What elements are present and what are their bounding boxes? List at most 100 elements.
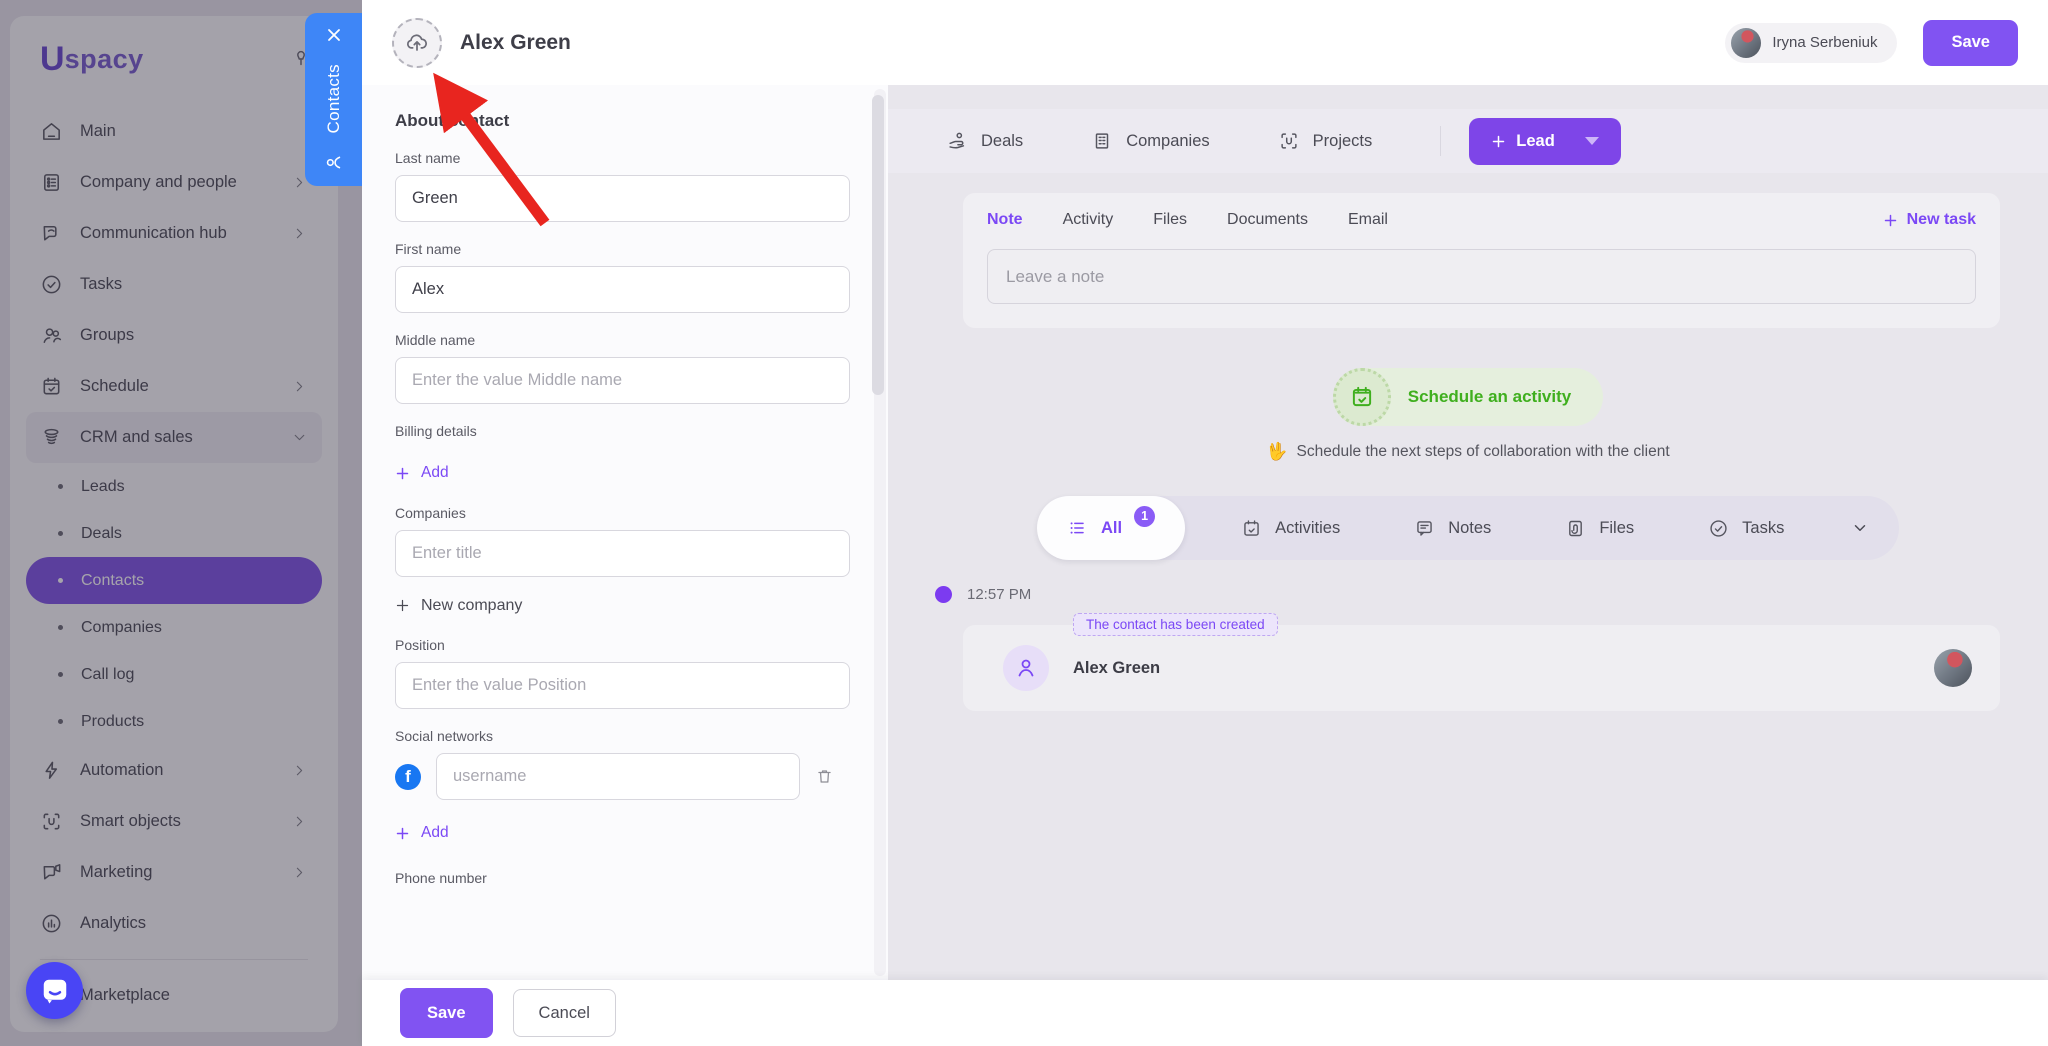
contact-name: Alex Green xyxy=(1073,659,1160,678)
count-badge: 1 xyxy=(1134,506,1155,527)
new-company-button[interactable]: New company xyxy=(395,597,522,615)
tab-label: Companies xyxy=(1126,132,1209,151)
avatar-upload-button[interactable] xyxy=(392,18,442,68)
section-heading: About contact xyxy=(395,111,852,131)
chevron-down-icon[interactable] xyxy=(1851,519,1869,537)
note-bubble-icon xyxy=(1414,518,1435,539)
timeline-event-card[interactable]: The contact has been created Alex Green xyxy=(963,625,2000,711)
plus-icon xyxy=(1491,134,1506,149)
caret-down-icon[interactable] xyxy=(1585,137,1599,145)
form-footer: Save Cancel xyxy=(362,980,2048,1046)
leave-note-input[interactable] xyxy=(987,249,1976,304)
tab-deals[interactable]: Deals xyxy=(946,130,1023,152)
field-label: Billing details xyxy=(395,423,852,439)
timeline-dot xyxy=(935,586,952,603)
field-label: Last name xyxy=(395,150,852,166)
contact-avatar-icon xyxy=(1003,645,1049,691)
check-circle-icon xyxy=(1708,518,1729,539)
tab-projects[interactable]: Projects xyxy=(1278,130,1373,152)
position-field[interactable] xyxy=(395,662,850,709)
form-scrollbar[interactable] xyxy=(874,89,886,976)
field-label: Social networks xyxy=(395,728,852,744)
social-network-row: f xyxy=(395,753,852,800)
tab-label: Projects xyxy=(1313,132,1373,151)
about-contact-panel: About contact Last name First name Middl… xyxy=(362,85,888,980)
calendar-icon xyxy=(1241,518,1262,539)
smart-object-icon xyxy=(1278,130,1300,152)
field-label: Position xyxy=(395,637,852,653)
last-name-field[interactable] xyxy=(395,175,850,222)
schedule-hint-text: Schedule the next steps of collaboration… xyxy=(1297,443,1670,461)
list-icon xyxy=(1067,517,1089,539)
filter-label: Activities xyxy=(1275,519,1340,538)
hand-emoji: 🖖 xyxy=(1266,442,1287,462)
schedule-activity-block: Schedule an activity 🖖 Schedule the next… xyxy=(888,368,2048,462)
middle-name-field[interactable] xyxy=(395,357,850,404)
chat-launcher-button[interactable] xyxy=(26,962,83,1019)
companies-field[interactable] xyxy=(395,530,850,577)
tab-activity[interactable]: Activity xyxy=(1063,211,1114,229)
new-task-label: New task xyxy=(1907,211,1976,229)
filter-files[interactable]: Files xyxy=(1565,518,1634,539)
tab-documents[interactable]: Documents xyxy=(1227,211,1308,229)
timeline-timestamp: 12:57 PM xyxy=(967,586,1031,603)
drawer-body: About contact Last name First name Middl… xyxy=(362,85,2048,980)
cancel-button[interactable]: Cancel xyxy=(513,989,616,1037)
paperclip-file-icon xyxy=(1565,518,1586,539)
add-social-network-button[interactable]: Add xyxy=(395,824,449,842)
filter-label: Tasks xyxy=(1742,519,1784,538)
deals-handshake-icon xyxy=(946,130,968,152)
new-task-button[interactable]: New task xyxy=(1883,211,1976,229)
tabs-divider xyxy=(1440,126,1441,156)
save-button[interactable]: Save xyxy=(400,988,493,1038)
tab-files[interactable]: Files xyxy=(1153,211,1187,229)
tab-email[interactable]: Email xyxy=(1348,211,1388,229)
field-label: Companies xyxy=(395,505,852,521)
schedule-hint: 🖖 Schedule the next steps of collaborati… xyxy=(1266,442,1669,462)
filter-notes[interactable]: Notes xyxy=(1414,518,1491,539)
responsible-user-chip[interactable]: Iryna Serbeniuk xyxy=(1725,23,1897,63)
facebook-icon: f xyxy=(395,764,421,790)
filter-activities[interactable]: Activities xyxy=(1241,518,1340,539)
close-icon[interactable] xyxy=(324,25,344,45)
user-avatar xyxy=(1731,28,1761,58)
filter-all-label: All xyxy=(1101,519,1122,538)
contact-person-icon xyxy=(324,153,343,172)
tab-companies[interactable]: Companies xyxy=(1091,130,1209,152)
add-lead-button[interactable]: Lead xyxy=(1469,118,1621,165)
header-save-button[interactable]: Save xyxy=(1923,20,2018,66)
timeline-filter-bar: All 1 Activities Notes Files Tasks xyxy=(1037,496,1899,560)
plus-icon xyxy=(395,466,410,481)
plus-icon xyxy=(1883,213,1898,228)
drawer-tab-contacts[interactable]: Contacts xyxy=(305,13,362,186)
drawer-header: Alex Green Iryna Serbeniuk Save xyxy=(362,0,2048,85)
tab-label: Deals xyxy=(981,132,1023,151)
lead-label: Lead xyxy=(1516,132,1555,151)
chat-bubble-icon xyxy=(40,976,70,1006)
schedule-activity-label: Schedule an activity xyxy=(1408,387,1571,407)
event-badge: The contact has been created xyxy=(1073,613,1278,636)
user-name: Iryna Serbeniuk xyxy=(1772,34,1877,51)
trash-icon[interactable] xyxy=(815,767,834,786)
schedule-activity-button[interactable]: Schedule an activity xyxy=(1333,368,1603,426)
field-label: Middle name xyxy=(395,332,852,348)
filter-tasks[interactable]: Tasks xyxy=(1708,518,1784,539)
field-label: Phone number xyxy=(395,870,852,886)
activity-panel: Deals Companies Projects Lead xyxy=(888,85,2048,980)
add-billing-details-button[interactable]: Add xyxy=(395,464,449,482)
contact-drawer: Alex Green Iryna Serbeniuk Save About co… xyxy=(362,0,2048,1046)
first-name-field[interactable] xyxy=(395,266,850,313)
drawer-tab-label: Contacts xyxy=(324,64,344,134)
timeline: 12:57 PM The contact has been created Al… xyxy=(935,586,2000,711)
plus-icon xyxy=(395,826,410,841)
page-title: Alex Green xyxy=(460,31,571,55)
tab-note[interactable]: Note xyxy=(987,211,1023,229)
plus-icon xyxy=(395,598,410,613)
add-label: Add xyxy=(421,464,449,482)
new-company-label: New company xyxy=(421,597,522,615)
field-label: First name xyxy=(395,241,852,257)
calendar-check-icon xyxy=(1333,368,1391,426)
add-label: Add xyxy=(421,824,449,842)
filter-all[interactable]: All 1 xyxy=(1037,496,1185,560)
social-username-field[interactable] xyxy=(436,753,800,800)
